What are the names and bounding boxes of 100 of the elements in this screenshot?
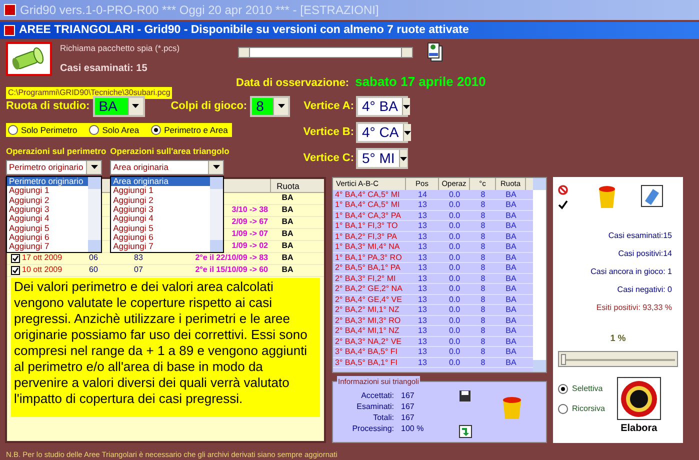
table-cell-text: 1° BA,1° PA,3° RO (334, 252, 403, 262)
run-button[interactable] (616, 377, 661, 420)
dropdown-option[interactable]: Aggiungi 7 (111, 242, 210, 252)
dropdown-option[interactable]: Aggiungi 3 (7, 204, 88, 214)
dropdown-arrow-button[interactable] (273, 98, 288, 114)
table-cell-text: 0.0 (448, 190, 462, 200)
radio-button[interactable] (558, 384, 568, 394)
dropdown-option[interactable]: Aggiungi 1 (111, 186, 210, 196)
date-scrollbar[interactable] (238, 46, 413, 58)
radio-label[interactable]: Solo Area (102, 124, 140, 136)
table-cell-text: 0.0 (448, 316, 462, 326)
target-icon (620, 380, 658, 418)
table-cell-text: BA (504, 232, 518, 242)
table-cell-text: 1° BA,2° FI,3° PA (334, 232, 398, 242)
operations-dropdown[interactable]: Perimetro originario (6, 160, 102, 175)
dropdown-option[interactable]: Aggiungi 7 (7, 242, 88, 252)
dropdown-option[interactable]: Aggiungi 3 (111, 204, 210, 214)
bucket-icon[interactable] (502, 396, 522, 420)
table-cell-text: 13 (417, 232, 428, 242)
table-cell: BA (282, 229, 294, 238)
dropdown-option[interactable]: Aggiungi 4 (7, 214, 88, 224)
dropdown-option[interactable]: Aggiungi 2 (111, 196, 210, 205)
dropdown-option[interactable]: Aggiungi 6 (111, 233, 210, 242)
table-cell-text: 13 (417, 252, 428, 262)
result-line: Casi positivi:14 (618, 248, 672, 260)
vertex-label: Vertice A: (302, 99, 354, 114)
info-value: 100 % (401, 422, 424, 434)
dropdown-option[interactable]: Aggiungi 5 (7, 224, 88, 234)
scrollbar[interactable] (88, 176, 101, 252)
operations-dropdown[interactable]: Area originaria (110, 160, 224, 175)
table-cell-text: 0.0 (448, 305, 462, 315)
scrollbar[interactable] (210, 176, 224, 252)
threshold-slider[interactable] (558, 351, 678, 368)
radio-label[interactable]: Ricorsiva (572, 403, 605, 416)
radio-button[interactable] (558, 404, 568, 414)
app-icon (4, 25, 15, 36)
play-shots-label: Colpi di gioco: (170, 98, 248, 114)
prohibited-icon[interactable] (558, 184, 568, 195)
document-stack-icon[interactable] (427, 42, 443, 62)
result-line: Casi esaminati:15 (608, 230, 672, 242)
table-cell-text: 13 (417, 326, 428, 336)
checkbox[interactable] (11, 266, 20, 275)
combo-box[interactable]: 8 (250, 96, 290, 116)
combo-box[interactable]: 4° BA (356, 96, 408, 117)
dropdown-option[interactable]: Aggiungi 5 (111, 224, 210, 234)
combo-box[interactable]: BA (92, 96, 145, 116)
table-cell: 83 (134, 253, 143, 262)
table-cell: 07 (134, 265, 143, 274)
dropdown-option[interactable]: Aggiungi 2 (7, 196, 88, 205)
radio-button[interactable] (89, 125, 100, 135)
dropdown-arrow-button[interactable] (86, 160, 101, 174)
table-cell-text: BA (504, 242, 518, 252)
table-cell-text: BA (504, 210, 518, 220)
radio-label[interactable]: Selettiva (572, 383, 603, 396)
dropdown-option[interactable]: Aggiungi 4 (111, 214, 210, 224)
dropdown-arrow-button[interactable] (208, 160, 224, 174)
table-cell-text: 2° BA,5° BA,1° PA (334, 263, 402, 273)
window-title: Grid90 vers.1-0-PRO-R00 *** Oggi 20 apr 2010 *** - [ESTRAZIONI] (20, 2, 379, 19)
save-icon[interactable] (459, 390, 471, 402)
table-cell-text: 2° BA,3° FI,2° MI (334, 274, 397, 284)
table-cell-text: 2° BA,2° MI,1° NZ (334, 305, 400, 315)
arrow-icon[interactable] (459, 424, 472, 438)
table-cell-text: BA (504, 190, 518, 200)
dropdown-option[interactable]: Aggiungi 6 (7, 233, 88, 242)
table-cell-text: 8 (480, 326, 486, 336)
scrollbar[interactable] (533, 178, 546, 372)
radio-button[interactable] (8, 125, 18, 135)
combo-box[interactable]: 5° MI (356, 148, 408, 169)
load-package-button[interactable] (6, 42, 52, 76)
dropdown-arrow-button[interactable] (402, 98, 410, 115)
run-button-label: Elabora (620, 422, 658, 436)
table-cell-text: 0.0 (448, 326, 462, 336)
table-cell-text: 8 (480, 294, 486, 304)
radio-button[interactable] (151, 125, 162, 135)
dropdown-arrow-button[interactable] (398, 150, 407, 167)
table-cell-text: 13 (417, 347, 428, 357)
dropdown-option[interactable]: Perimetro originario (7, 176, 88, 186)
table-cell-text: 13 (417, 274, 428, 284)
dropdown-option[interactable]: Aggiungi 1 (7, 186, 88, 196)
checkbox[interactable] (11, 254, 20, 263)
app-icon (4, 4, 16, 16)
dropdown-arrow-button[interactable] (402, 124, 411, 141)
observation-date: sabato 17 aprile 2010 (355, 73, 486, 91)
bucket-icon[interactable] (598, 184, 616, 209)
radio-label[interactable]: Solo Perimetro (21, 124, 78, 136)
table-cell-text: BA (504, 284, 518, 294)
table-cell-text: BA (504, 263, 518, 273)
dropdown-arrow-button[interactable] (128, 98, 143, 114)
column-header[interactable]: Ruota (270, 178, 305, 192)
result-line: Esiti positivi: 93,33 % (596, 302, 672, 314)
table-cell-text: 13 (417, 210, 428, 220)
slider-thumb[interactable] (561, 354, 566, 366)
table-cell-text: BA (504, 326, 518, 336)
check-icon[interactable] (558, 200, 568, 210)
combo-box[interactable]: 4° CA (356, 122, 408, 143)
table-cell-text: 1° BA,1° FI,3° TO (334, 221, 399, 231)
table-cell-text: 13 (417, 294, 428, 304)
dropdown-option[interactable]: Area originaria (111, 176, 210, 186)
info-label: Esaminati: (356, 400, 394, 412)
radio-label[interactable]: Perimetro e Area (164, 124, 228, 136)
